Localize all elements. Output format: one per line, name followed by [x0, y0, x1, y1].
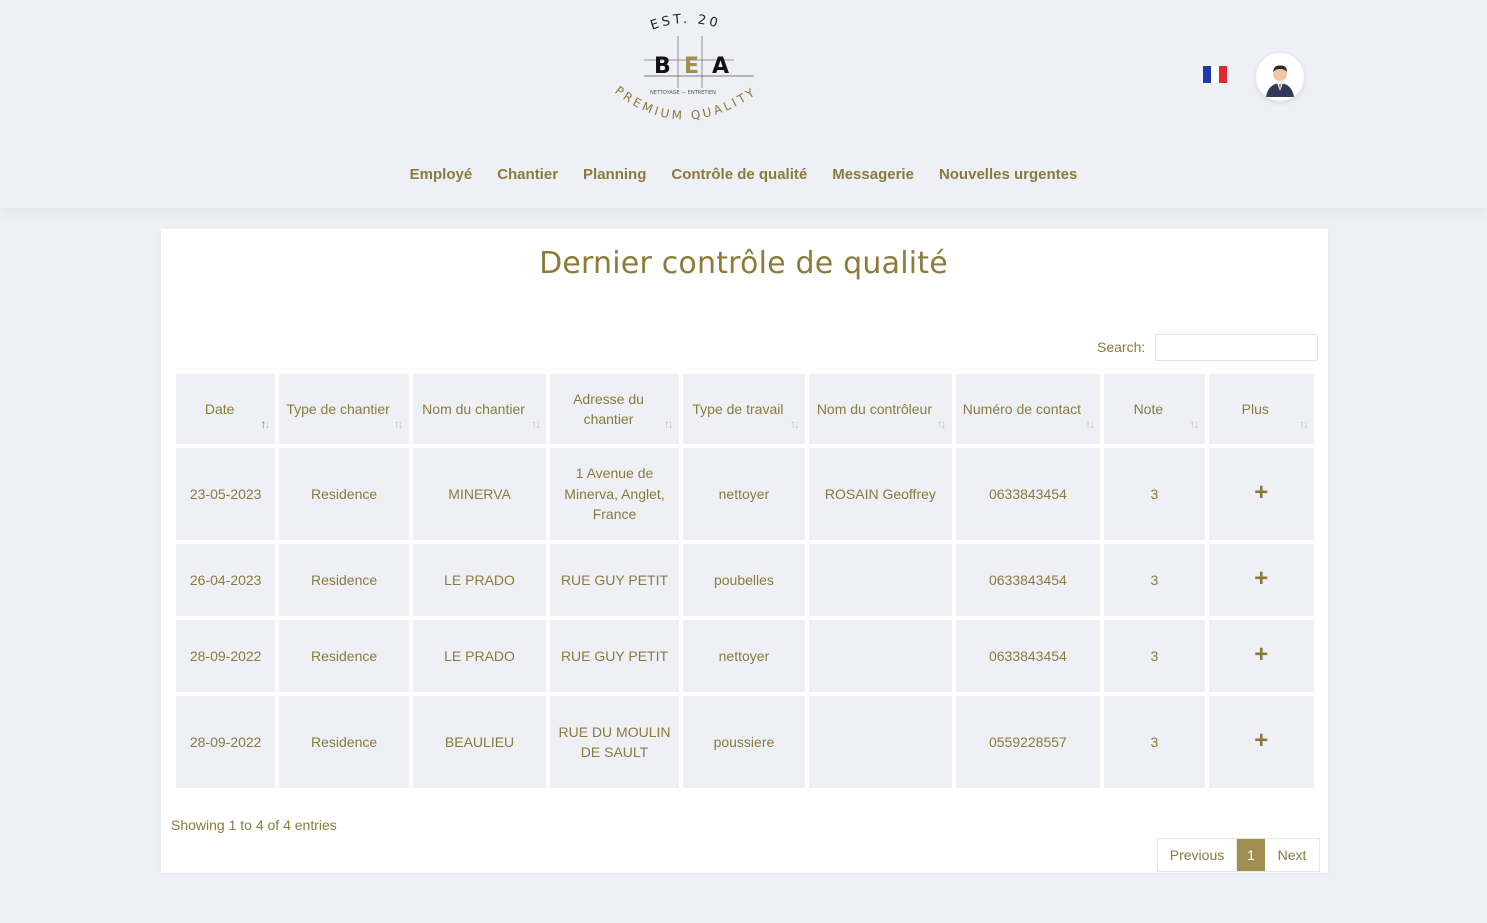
sort-icon: ↑↓: [790, 416, 800, 431]
sort-icon: ↑↓: [1085, 416, 1095, 431]
plus-icon[interactable]: +: [1254, 480, 1268, 504]
cell-name: LE PRADO: [412, 620, 547, 692]
table-row: 28-09-2022 Residence LE PRADO RUE GUY PE…: [176, 620, 1314, 692]
cell-type: Residence: [279, 696, 409, 788]
logo-letter-b: B: [654, 54, 671, 79]
sort-icon: ↑↓: [531, 416, 541, 431]
cell-plus: +: [1208, 696, 1314, 788]
logo-letter-e: E: [684, 54, 699, 79]
column-header-nom-chantier[interactable]: Nom du chantier ↑↓: [412, 374, 547, 444]
nav-item-chantier[interactable]: Chantier: [497, 164, 558, 185]
nav-item-nouvelles-urgentes[interactable]: Nouvelles urgentes: [939, 164, 1077, 185]
cell-controller: [809, 544, 952, 616]
cell-controller: ROSAIN Geoffrey: [809, 448, 952, 540]
next-button[interactable]: Next: [1265, 839, 1319, 871]
previous-button[interactable]: Previous: [1158, 839, 1237, 871]
pagination: Previous 1 Next: [1157, 838, 1320, 872]
column-header-type-travail[interactable]: Type de travail ↑↓: [682, 374, 806, 444]
cell-name: MINERVA: [412, 448, 547, 540]
france-flag-icon[interactable]: [1203, 66, 1227, 83]
table-row: 26-04-2023 Residence LE PRADO RUE GUY PE…: [176, 544, 1314, 616]
cell-address: RUE GUY PETIT: [550, 620, 679, 692]
logo-tagline: NETTOYAGE — ENTRETIEN: [650, 90, 716, 96]
cell-note: 3: [1104, 620, 1205, 692]
cell-work: nettoyer: [682, 620, 806, 692]
table-row: 28-09-2022 Residence BEAULIEU RUE DU MOU…: [176, 696, 1314, 788]
nav-item-controle-qualite[interactable]: Contrôle de qualité: [671, 164, 807, 185]
site-header: EST. 2001 B E A NETTOYAGE — ENTRETIEN PR…: [0, 0, 1487, 208]
table-info: Showing 1 to 4 of 4 entries: [171, 817, 337, 833]
plus-icon[interactable]: +: [1254, 566, 1268, 590]
column-header-numero-contact[interactable]: Numéro de contact ↑↓: [955, 374, 1101, 444]
page-title: Dernier contrôle de qualité: [539, 246, 948, 281]
table-row: 23-05-2023 Residence MINERVA 1 Avenue de…: [176, 448, 1314, 540]
column-header-type-chantier[interactable]: Type de chantier ↑↓: [279, 374, 409, 444]
nav-item-planning[interactable]: Planning: [583, 164, 646, 185]
nav-item-messagerie[interactable]: Messagerie: [832, 164, 914, 185]
column-header-note[interactable]: Note ↑↓: [1104, 374, 1205, 444]
sort-icon: ↑↓: [663, 416, 674, 431]
cell-work: poubelles: [682, 544, 806, 616]
logo-est-text: EST. 2001: [606, 8, 719, 34]
cell-name: BEAULIEU: [412, 696, 547, 788]
cell-work: poussiere: [682, 696, 806, 788]
bea-logo[interactable]: EST. 2001 B E A NETTOYAGE — ENTRETIEN PR…: [606, 8, 768, 132]
cell-note: 3: [1104, 448, 1205, 540]
user-avatar-icon[interactable]: [1256, 53, 1304, 101]
column-header-adresse-chantier[interactable]: Adresse du chantier ↑↓: [550, 374, 679, 444]
column-header-nom-controleur[interactable]: Nom du contrôleur ↑↓: [809, 374, 952, 444]
cell-contact: 0559228557: [955, 696, 1101, 788]
cell-contact: 0633843454: [955, 448, 1101, 540]
cell-date: 23-05-2023: [176, 448, 276, 540]
cell-controller: [809, 620, 952, 692]
sort-icon: ↑↓: [936, 416, 947, 431]
quality-control-table: Date ↑↓ Type de chantier ↑↓ Nom du chantie…: [172, 370, 1318, 792]
cell-type: Residence: [279, 620, 409, 692]
sort-icon: ↑↓: [1299, 416, 1309, 431]
page-button-1[interactable]: 1: [1237, 839, 1265, 871]
search-input[interactable]: [1155, 334, 1318, 361]
cell-date: 28-09-2022: [176, 620, 276, 692]
cell-contact: 0633843454: [955, 544, 1101, 616]
cell-work: nettoyer: [682, 448, 806, 540]
cell-plus: +: [1208, 544, 1314, 616]
cell-address: RUE GUY PETIT: [550, 544, 679, 616]
cell-contact: 0633843454: [955, 620, 1101, 692]
cell-date: 26-04-2023: [176, 544, 276, 616]
cell-note: 3: [1104, 544, 1205, 616]
sort-icon: ↑↓: [393, 416, 404, 431]
sort-icon: ↑↓: [1189, 416, 1200, 431]
cell-date: 28-09-2022: [176, 696, 276, 788]
cell-note: 3: [1104, 696, 1205, 788]
cell-name: LE PRADO: [412, 544, 547, 616]
plus-icon[interactable]: +: [1254, 642, 1268, 666]
cell-type: Residence: [279, 448, 409, 540]
plus-icon[interactable]: +: [1254, 728, 1268, 752]
cell-address: RUE DU MOULIN DE SAULT: [550, 696, 679, 788]
logo-letter-a: A: [712, 54, 729, 79]
nav-item-employe[interactable]: Employé: [410, 164, 473, 185]
cell-address: 1 Avenue de Minerva, Anglet, France: [550, 448, 679, 540]
column-header-plus[interactable]: Plus ↑↓: [1208, 374, 1314, 444]
search-label: Search:: [1097, 339, 1146, 355]
cell-controller: [809, 696, 952, 788]
column-header-date[interactable]: Date ↑↓: [176, 374, 276, 444]
table-header-row: Date ↑↓ Type de chantier ↑↓ Nom du chantie…: [176, 374, 1314, 444]
cell-type: Residence: [279, 544, 409, 616]
cell-plus: +: [1208, 448, 1314, 540]
svg-text:EST. 2001: EST. 2001: [606, 8, 722, 34]
cell-plus: +: [1208, 620, 1314, 692]
main-nav: Employé Chantier Planning Contrôle de qu…: [0, 164, 1487, 185]
sort-asc-icon: ↑↓: [260, 416, 270, 431]
